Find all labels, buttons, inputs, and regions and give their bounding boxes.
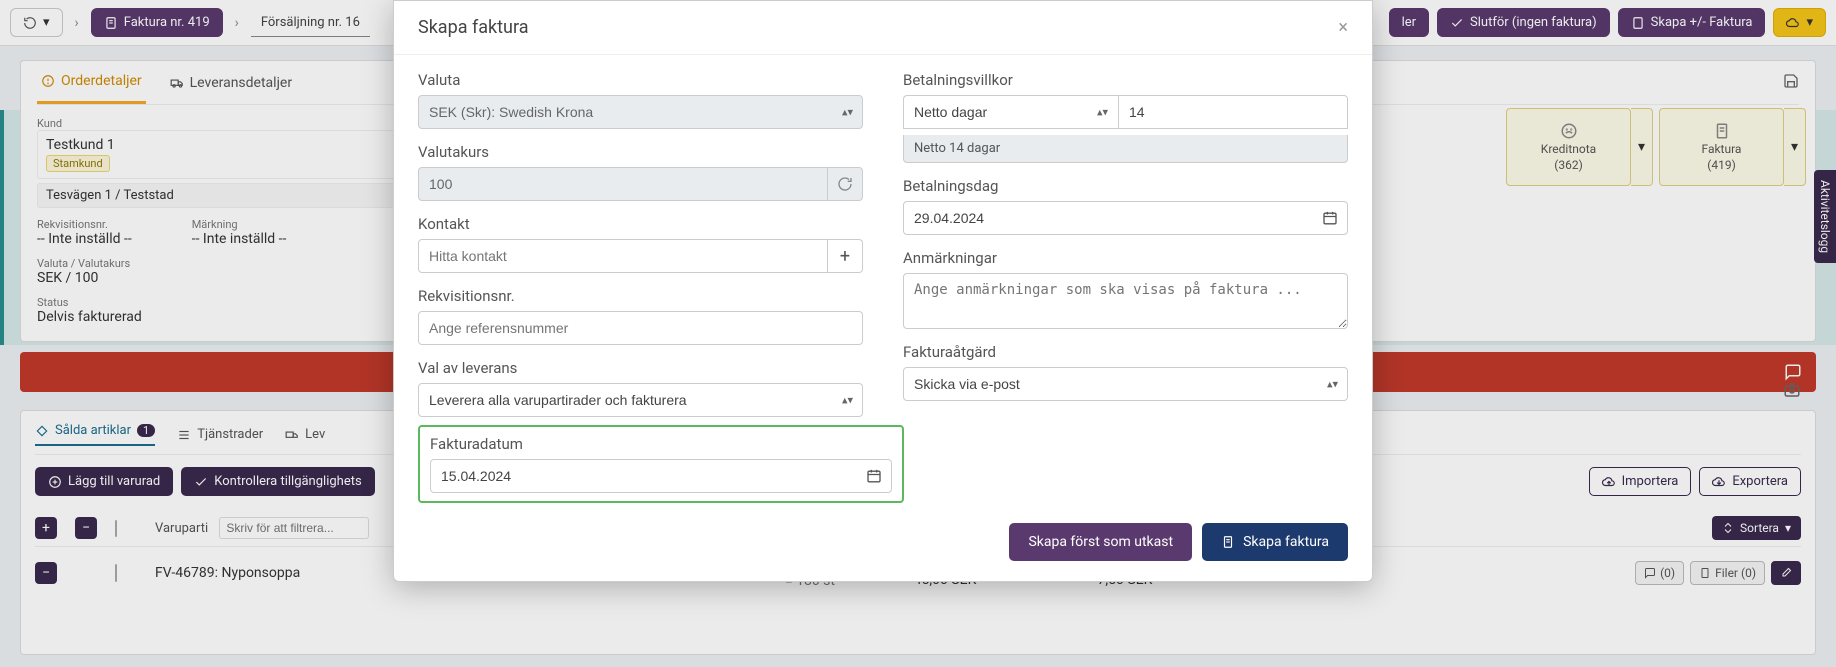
create-invoice-label: Skapa faktura [1243,534,1329,550]
contact-input[interactable] [418,239,828,273]
remarks-label: Anmärkningar [903,249,1348,267]
exchange-rate-label: Valutakurs [418,143,863,161]
create-invoice-button[interactable]: Skapa faktura [1202,523,1348,561]
invoice-action-label: Fakturaåtgärd [903,343,1348,361]
currency-select[interactable] [418,95,863,129]
payment-date-input[interactable] [903,201,1348,235]
contact-label: Kontakt [418,215,863,233]
payment-date-label: Betalningsdag [903,177,1348,195]
refresh-rate-button[interactable] [828,167,863,201]
exchange-rate-input[interactable] [418,167,828,201]
calendar-icon[interactable] [866,468,882,484]
requisition-input[interactable] [418,311,863,345]
close-icon[interactable]: × [1338,17,1348,38]
payment-terms-days-input[interactable] [1118,95,1348,129]
invoice-date-group: Fakturadatum [418,425,904,503]
invoice-date-label: Fakturadatum [430,435,892,453]
create-invoice-modal: Skapa faktura × Valuta ▴▾ Valutakurs [393,0,1373,582]
delivery-choice-select[interactable] [418,383,863,417]
payment-terms-label: Betalningsvillkor [903,71,1348,89]
calendar-icon[interactable] [1322,210,1338,226]
invoice-date-input[interactable] [430,459,892,493]
create-as-draft-button[interactable]: Skapa först som utkast [1009,523,1192,561]
modal-title: Skapa faktura [418,17,529,38]
remarks-textarea[interactable] [903,273,1348,329]
invoice-action-select[interactable] [903,367,1348,401]
payment-terms-type-select[interactable] [903,95,1118,129]
delivery-choice-label: Val av leverans [418,359,863,377]
payment-terms-description: Netto 14 dagar [903,135,1348,163]
create-as-draft-label: Skapa först som utkast [1028,534,1173,550]
currency-label: Valuta [418,71,863,89]
add-contact-button[interactable]: + [828,239,863,273]
requisition-label: Rekvisitionsnr. [418,287,863,305]
